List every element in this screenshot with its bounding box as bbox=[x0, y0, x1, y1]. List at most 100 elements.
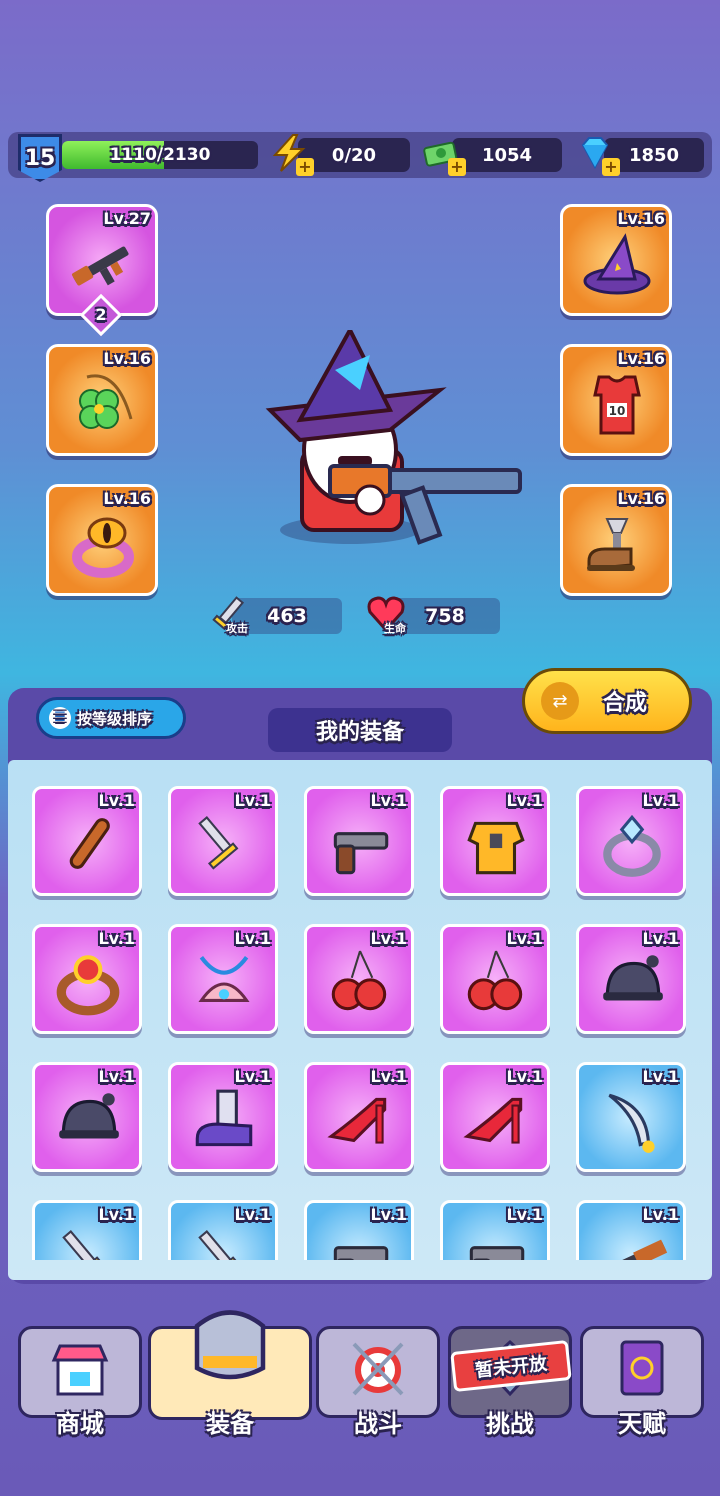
nav-label: 天赋 bbox=[618, 1410, 666, 1438]
dagger-icon bbox=[62, 1230, 103, 1260]
boxing-gloves-icon bbox=[467, 950, 523, 1011]
talent-book-icon bbox=[620, 1340, 664, 1396]
item-level: Lv.1 bbox=[370, 1205, 407, 1224]
inventory-item[interactable]: Lv.1 bbox=[304, 1200, 414, 1260]
combine-label: 合成 bbox=[603, 691, 648, 716]
inventory-item[interactable]: Lv.1 bbox=[440, 1062, 550, 1172]
item-level: Lv.1 bbox=[642, 791, 679, 810]
combine-button[interactable]: ⇄ 合成 bbox=[522, 668, 692, 734]
equip-slot-hat[interactable]: Lv.16 bbox=[560, 204, 672, 316]
inventory-item[interactable]: Lv.1 bbox=[32, 924, 142, 1034]
item-level: Lv.1 bbox=[98, 1205, 135, 1224]
revolver-icon bbox=[333, 832, 389, 875]
inventory-item[interactable]: Lv.1 bbox=[576, 786, 686, 896]
equip-slot-armor[interactable]: Lv.16 10 bbox=[560, 344, 672, 456]
helmet-icon bbox=[603, 955, 663, 1001]
inventory-item[interactable]: Lv.1 bbox=[576, 1062, 686, 1172]
nav-label: 挑战 bbox=[486, 1410, 534, 1438]
item-level: Lv.1 bbox=[98, 791, 135, 810]
cash-icon[interactable]: + bbox=[418, 130, 466, 176]
item-level: Lv.1 bbox=[642, 1067, 679, 1086]
slot-level: Lv.16 bbox=[617, 489, 665, 508]
eye-ring-icon bbox=[72, 517, 134, 578]
equip-slot-necklace[interactable]: Lv.16 bbox=[46, 344, 158, 456]
high-heel-icon bbox=[327, 1097, 387, 1144]
item-level: Lv.1 bbox=[370, 929, 407, 948]
curved-dagger-icon bbox=[608, 1093, 655, 1153]
high-heel-icon bbox=[463, 1097, 523, 1144]
item-level: Lv.1 bbox=[506, 1205, 543, 1224]
hp-label: 生命 bbox=[384, 622, 406, 635]
attack-label: 攻击 bbox=[226, 622, 248, 635]
shop-icon bbox=[51, 1344, 109, 1396]
energy-value: 0/20 bbox=[298, 138, 410, 172]
item-level: Lv.1 bbox=[234, 791, 271, 810]
rifle-icon bbox=[598, 1239, 668, 1260]
item-level: Lv.1 bbox=[642, 1205, 679, 1224]
item-level: Lv.1 bbox=[506, 791, 543, 810]
nav-label: 装备 bbox=[206, 1410, 254, 1438]
inventory-item[interactable]: Lv.1 bbox=[168, 1062, 278, 1172]
item-level: Lv.1 bbox=[506, 1067, 543, 1086]
item-level: Lv.1 bbox=[234, 1067, 271, 1086]
inventory-item[interactable]: Lv.1 bbox=[168, 1200, 278, 1260]
clover-necklace-icon bbox=[79, 374, 133, 429]
combine-icon: ⇄ bbox=[541, 682, 579, 720]
revolver-icon bbox=[469, 1246, 525, 1260]
svg-text:10: 10 bbox=[609, 404, 626, 418]
equip-slot-boots[interactable]: Lv.16 bbox=[560, 484, 672, 596]
shell-necklace-icon bbox=[198, 956, 250, 1002]
sort-by-level-button[interactable]: ☰ 按等级排序 bbox=[36, 697, 186, 739]
cash-value: 1054 bbox=[452, 138, 562, 172]
boxing-gloves-icon bbox=[331, 950, 387, 1011]
inventory-item[interactable]: Lv.1 bbox=[168, 924, 278, 1034]
inventory-item[interactable]: Lv.1 bbox=[440, 786, 550, 896]
gem-ring-icon bbox=[603, 814, 661, 877]
inventory-grid: Lv.1 Lv.1 Lv.1 Lv.1 Lv.1 Lv.1 Lv.1 Lv.1 Lv.1 Lv.1… bbox=[8, 776, 712, 1260]
inventory-item[interactable]: Lv.1 bbox=[440, 1200, 550, 1260]
item-level: Lv.1 bbox=[234, 929, 271, 948]
jersey-icon: 10 bbox=[593, 375, 641, 435]
item-level: Lv.1 bbox=[642, 929, 679, 948]
lightning-icon[interactable]: + bbox=[266, 130, 314, 176]
nav-label: 商城 bbox=[56, 1410, 104, 1438]
dagger-icon bbox=[198, 816, 239, 870]
revolver-icon bbox=[333, 1246, 389, 1260]
inventory-item[interactable]: Lv.1 bbox=[576, 924, 686, 1034]
inventory-item[interactable]: Lv.1 bbox=[32, 1062, 142, 1172]
dagger-icon bbox=[198, 1230, 239, 1260]
sneaker-icon bbox=[195, 1089, 253, 1147]
nav-label: 战斗 bbox=[354, 1410, 402, 1438]
slot-level: Lv.16 bbox=[103, 489, 151, 508]
item-level: Lv.1 bbox=[234, 1205, 271, 1224]
slot-level: Lv.27 bbox=[103, 209, 151, 228]
item-level: Lv.1 bbox=[98, 929, 135, 948]
inventory-item[interactable]: Lv.1 bbox=[168, 786, 278, 896]
inventory-item[interactable]: Lv.1 bbox=[304, 786, 414, 896]
slot-level: Lv.16 bbox=[103, 349, 151, 368]
inventory-item[interactable]: Lv.1 bbox=[304, 924, 414, 1034]
inventory-item[interactable]: Lv.1 bbox=[440, 924, 550, 1034]
item-level: Lv.1 bbox=[370, 1067, 407, 1086]
equip-slot-ring[interactable]: Lv.16 bbox=[46, 484, 158, 596]
bat-icon bbox=[69, 818, 110, 869]
item-level: Lv.1 bbox=[370, 791, 407, 810]
slot-level: Lv.16 bbox=[617, 209, 665, 228]
battle-target-icon bbox=[352, 1342, 404, 1396]
xp-bar: 1110/2130 bbox=[62, 141, 258, 169]
slot-level: Lv.16 bbox=[617, 349, 665, 368]
armor-icon bbox=[194, 1310, 266, 1380]
diamond-icon[interactable]: + bbox=[572, 130, 620, 176]
inventory-item[interactable]: Lv.1 bbox=[576, 1200, 686, 1260]
inventory-item[interactable]: Lv.1 bbox=[32, 1200, 142, 1260]
ruby-ring-icon bbox=[56, 955, 120, 1016]
inventory-item[interactable]: Lv.1 bbox=[304, 1062, 414, 1172]
sort-label: 按等级排序 bbox=[77, 709, 153, 728]
inventory-item[interactable]: Lv.1 bbox=[32, 786, 142, 896]
rifle-icon bbox=[72, 246, 129, 286]
boots-icon bbox=[587, 518, 635, 571]
sort-icon: ☰ bbox=[49, 707, 71, 729]
wizard-hat-icon bbox=[583, 233, 651, 295]
xp-text: 1110/2130 bbox=[109, 145, 211, 165]
my-equipment-title: 我的装备 bbox=[268, 708, 452, 752]
